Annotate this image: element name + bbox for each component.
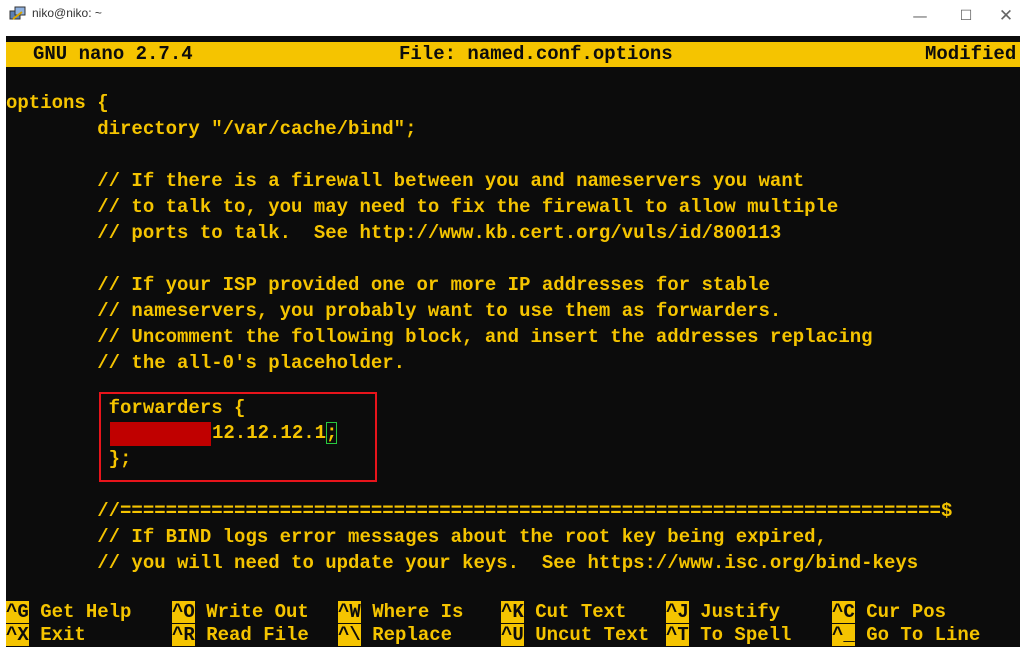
shortcut-label: Read File bbox=[194, 624, 309, 646]
shortcut-key: ^U bbox=[501, 624, 524, 646]
title-bar[interactable]: niko@niko: ~ — ☐ ✕ bbox=[0, 0, 1026, 36]
editor-line: // you will need to update your keys. Se… bbox=[6, 552, 919, 574]
highlight-annotation-box bbox=[99, 392, 377, 482]
shortcut-key: ^C bbox=[832, 601, 855, 623]
editor-line: // If there is a firewall between you an… bbox=[6, 170, 805, 192]
editor-line: // Uncomment the following block, and in… bbox=[6, 326, 873, 348]
putty-terminal-icon bbox=[9, 6, 26, 20]
editor-line: // ports to talk. See http://www.kb.cert… bbox=[6, 222, 782, 244]
shortcut-go-to-line[interactable]: ^_ Go To Line bbox=[832, 624, 980, 647]
shortcut-key: ^X bbox=[6, 624, 29, 646]
editor-line: // If BIND logs error messages about the… bbox=[6, 526, 827, 548]
shortcut-write-out[interactable]: ^O Write Out bbox=[172, 601, 309, 624]
editor-line: // If your ISP provided one or more IP a… bbox=[6, 274, 770, 296]
minimize-button[interactable]: — bbox=[900, 2, 940, 30]
shortcut-label: Exit bbox=[28, 624, 86, 646]
file-name: File: named.conf.options bbox=[399, 43, 673, 65]
shortcut-where-is[interactable]: ^W Where Is bbox=[338, 601, 463, 624]
shortcut-bar: ^G Get Help ^O Write Out ^W Where Is ^K … bbox=[6, 601, 1026, 647]
nano-version: GNU nano 2.7.4 bbox=[33, 43, 193, 65]
shortcut-exit[interactable]: ^X Exit bbox=[6, 624, 86, 647]
shortcut-to-spell[interactable]: ^T To Spell bbox=[666, 624, 791, 647]
shortcut-cut-text[interactable]: ^K Cut Text bbox=[501, 601, 626, 624]
shortcut-label: Get Help bbox=[28, 601, 132, 623]
shortcut-key: ^K bbox=[501, 601, 524, 623]
shortcut-key: ^R bbox=[172, 624, 195, 646]
shortcut-key: ^_ bbox=[832, 624, 855, 646]
shortcut-get-help[interactable]: ^G Get Help bbox=[6, 601, 131, 624]
shortcut-label: Where Is bbox=[360, 601, 464, 623]
shortcut-label: Replace bbox=[360, 624, 453, 646]
nano-header-bar: GNU nano 2.7.4 File: named.conf.options … bbox=[6, 42, 1022, 67]
shortcut-replace[interactable]: ^\ Replace bbox=[338, 624, 452, 647]
right-border bbox=[1020, 36, 1026, 647]
shortcut-label: Write Out bbox=[194, 601, 309, 623]
maximize-button[interactable]: ☐ bbox=[946, 2, 986, 30]
editor-line: //======================================… bbox=[6, 500, 953, 522]
window-title: niko@niko: ~ bbox=[32, 6, 102, 20]
shortcut-key: ^T bbox=[666, 624, 689, 646]
terminal-area[interactable]: GNU nano 2.7.4 File: named.conf.options … bbox=[6, 36, 1026, 647]
shortcut-key: ^W bbox=[338, 601, 361, 623]
editor-line: // to talk to, you may need to fix the f… bbox=[6, 196, 839, 218]
shortcut-cur-pos[interactable]: ^C Cur Pos bbox=[832, 601, 946, 624]
shortcut-key: ^G bbox=[6, 601, 29, 623]
shortcut-read-file[interactable]: ^R Read File bbox=[172, 624, 309, 647]
shortcut-key: ^J bbox=[666, 601, 689, 623]
modified-status: Modified bbox=[925, 43, 1017, 65]
editor-line: // nameservers, you probably want to use… bbox=[6, 300, 782, 322]
editor-line: directory "/var/cache/bind"; bbox=[6, 118, 417, 140]
shortcut-label: Cut Text bbox=[523, 601, 627, 623]
shortcut-label: Go To Line bbox=[854, 624, 981, 646]
shortcut-label: To Spell bbox=[688, 624, 792, 646]
editor-line: options { bbox=[6, 92, 109, 114]
shortcut-uncut-text[interactable]: ^U Uncut Text bbox=[501, 624, 649, 647]
close-button[interactable]: ✕ bbox=[986, 2, 1026, 30]
terminal-window: niko@niko: ~ — ☐ ✕ GNU nano 2.7.4 File: … bbox=[0, 0, 1026, 647]
shortcut-key: ^\ bbox=[338, 624, 361, 646]
shortcut-justify[interactable]: ^J Justify bbox=[666, 601, 780, 624]
shortcut-key: ^O bbox=[172, 601, 195, 623]
shortcut-label: Justify bbox=[688, 601, 781, 623]
shortcut-label: Uncut Text bbox=[523, 624, 650, 646]
editor-line: // the all-0's placeholder. bbox=[6, 352, 406, 374]
shortcut-label: Cur Pos bbox=[854, 601, 947, 623]
